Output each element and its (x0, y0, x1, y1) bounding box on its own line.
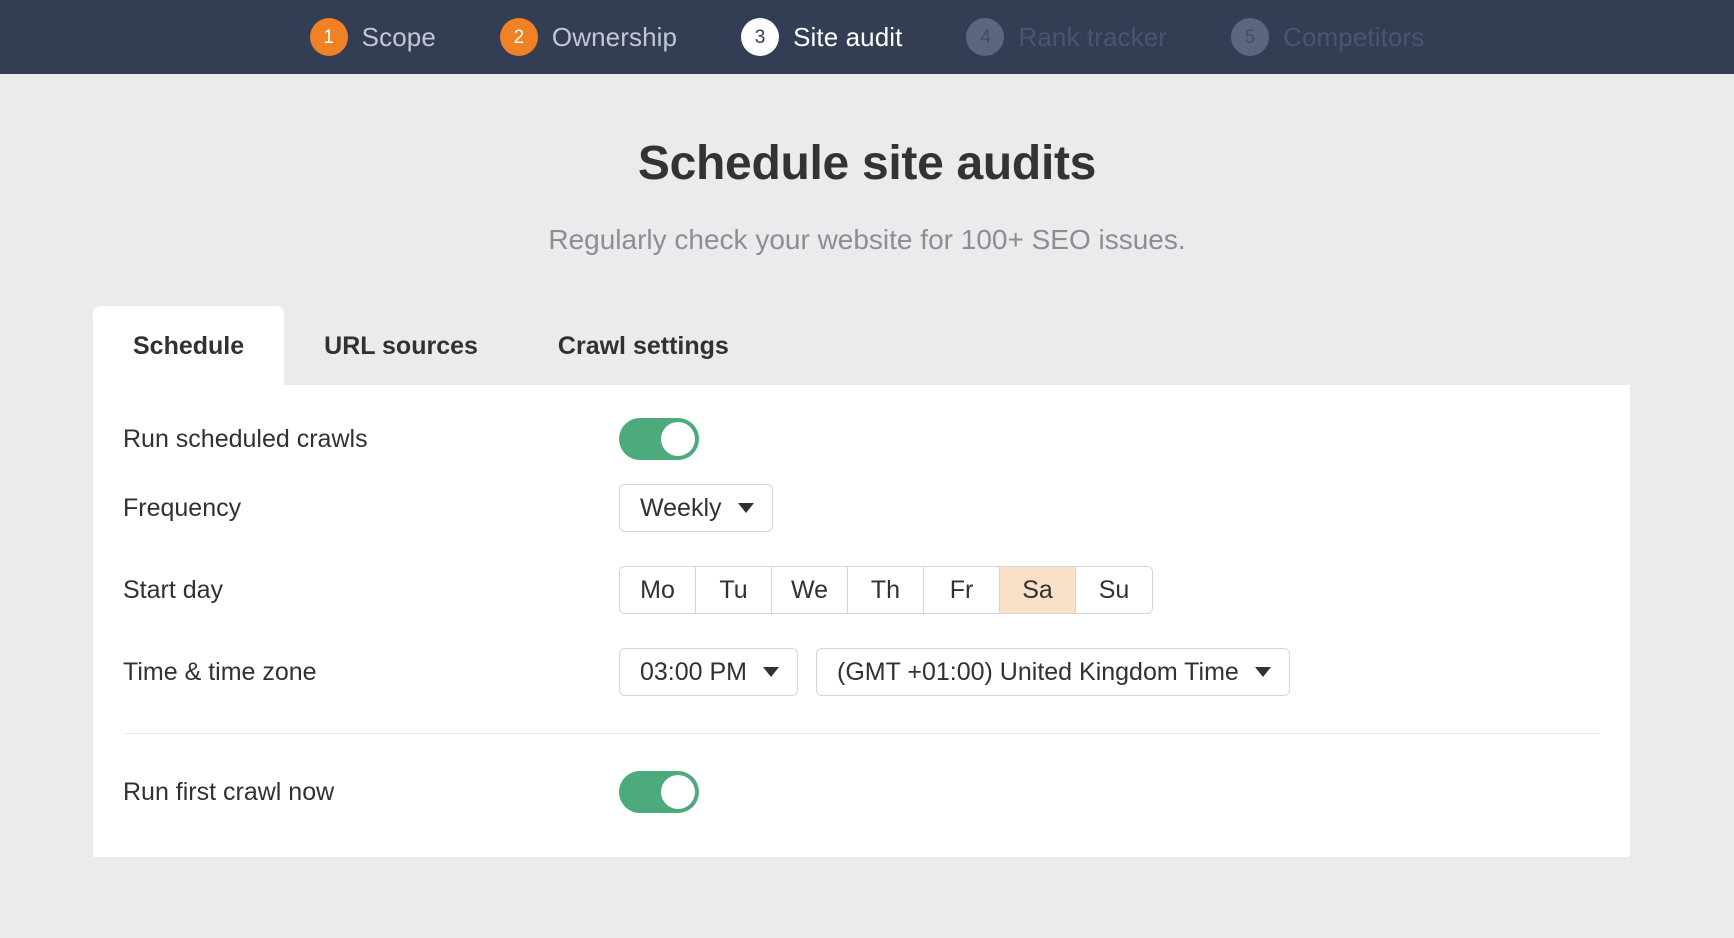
day-option-tu[interactable]: Tu (696, 567, 772, 613)
time-select[interactable]: 03:00 PM (619, 648, 799, 696)
page-header: Schedule site audits Regularly check you… (0, 74, 1734, 256)
time-time-zone-label: Time & time zone (123, 657, 317, 686)
row-time-and-time-zone: Time & time zone 03:00 PM (GMT +01:00) U… (93, 631, 1630, 713)
frequency-select[interactable]: Weekly (619, 484, 773, 532)
step-1-scope[interactable]: 1 Scope (278, 0, 468, 74)
step-5-label: Competitors (1283, 21, 1425, 52)
step-3-site-audit[interactable]: 3 Site audit (709, 0, 934, 74)
row-frequency: Frequency Weekly (93, 467, 1630, 549)
day-option-th[interactable]: Th (848, 567, 924, 613)
tab-schedule[interactable]: Schedule (93, 306, 285, 385)
step-4-label: Rank tracker (1018, 21, 1168, 52)
chevron-down-icon (737, 503, 754, 513)
start-day-label: Start day (123, 575, 224, 604)
row-run-scheduled-crawls: Run scheduled crawls (93, 385, 1630, 467)
step-3-badge: 3 (741, 18, 780, 56)
step-1-badge: 1 (309, 18, 348, 56)
day-option-fr[interactable]: Fr (924, 567, 1000, 613)
time-zone-value: (GMT +01:00) United Kingdom Time (837, 657, 1239, 686)
run-scheduled-crawls-toggle[interactable] (619, 418, 699, 460)
run-first-crawl-now-control (619, 771, 699, 813)
step-3-label: Site audit (793, 21, 903, 52)
frequency-label: Frequency (123, 493, 242, 522)
step-2-label: Ownership (551, 21, 678, 52)
row-start-day: Start day Mo Tu We Th Fr Sa Su (93, 549, 1630, 631)
run-scheduled-crawls-control (619, 418, 699, 460)
run-first-crawl-now-toggle[interactable] (619, 771, 699, 813)
step-2-ownership[interactable]: 2 Ownership (468, 0, 709, 74)
schedule-settings-card: Run scheduled crawls Frequency Weekly St… (93, 385, 1630, 857)
step-4-rank-tracker[interactable]: 4 Rank tracker (934, 0, 1199, 74)
row-run-first-crawl-now: Run first crawl now (93, 734, 1630, 816)
settings-tabs: Schedule URL sources Crawl settings (0, 306, 1734, 385)
time-value: 03:00 PM (640, 657, 748, 686)
day-option-mo[interactable]: Mo (620, 567, 696, 613)
time-time-zone-control: 03:00 PM (GMT +01:00) United Kingdom Tim… (619, 648, 1290, 696)
onboarding-stepper: 1 Scope 2 Ownership 3 Site audit 4 Rank … (0, 0, 1734, 74)
step-5-badge: 5 (1231, 18, 1270, 56)
step-1-label: Scope (361, 21, 436, 52)
start-day-picker: Mo Tu We Th Fr Sa Su (619, 566, 1153, 614)
chevron-down-icon (1254, 667, 1271, 677)
day-option-we[interactable]: We (772, 567, 848, 613)
tab-crawl-settings[interactable]: Crawl settings (518, 306, 769, 385)
frequency-control: Weekly (619, 484, 773, 532)
toggle-knob (661, 775, 695, 809)
tab-url-sources[interactable]: URL sources (284, 306, 518, 385)
start-day-control: Mo Tu We Th Fr Sa Su (619, 566, 1153, 614)
step-5-competitors[interactable]: 5 Competitors (1199, 0, 1456, 74)
day-option-su[interactable]: Su (1076, 567, 1152, 613)
toggle-knob (661, 422, 695, 456)
run-scheduled-crawls-label: Run scheduled crawls (123, 424, 368, 453)
run-first-crawl-now-label: Run first crawl now (123, 777, 335, 806)
day-option-sa[interactable]: Sa (1000, 567, 1076, 613)
chevron-down-icon (763, 667, 780, 677)
time-zone-select[interactable]: (GMT +01:00) United Kingdom Time (816, 648, 1290, 696)
step-2-badge: 2 (499, 18, 538, 56)
step-4-badge: 4 (966, 18, 1005, 56)
page-title: Schedule site audits (637, 137, 1097, 190)
page-subtitle: Regularly check your website for 100+ SE… (548, 224, 1186, 255)
frequency-value: Weekly (640, 493, 722, 522)
